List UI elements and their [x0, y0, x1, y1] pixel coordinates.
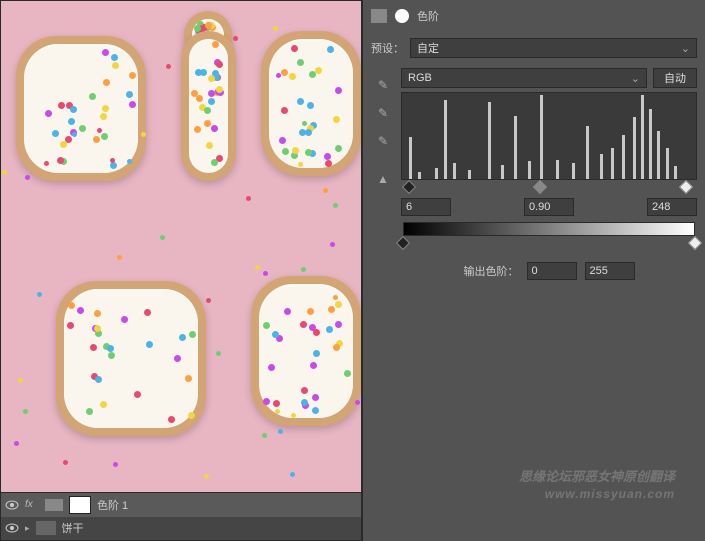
histogram-icon: [371, 9, 387, 23]
fx-icon: fx: [25, 499, 39, 510]
expand-arrow-icon[interactable]: ▸: [25, 523, 30, 534]
visibility-icon[interactable]: [5, 521, 19, 535]
histogram-chart: [401, 92, 697, 180]
output-black-handle[interactable]: [396, 236, 410, 250]
layers-panel: fx 色阶 1 ▸ 饼干: [1, 492, 361, 540]
visibility-icon[interactable]: [5, 498, 19, 512]
levels-panel: 色阶 预设： 自定 ✎ ✎ ✎ ▲ RGB 自动: [362, 0, 705, 541]
watermark: 思缘论坛邪恶女神原创翻译 www.missyuan.com: [519, 466, 675, 501]
folder-icon: [36, 521, 56, 535]
cookie-letter-i: [181, 31, 236, 181]
white-point-handle[interactable]: [679, 180, 693, 194]
watermark-text: 思缘论坛邪恶女神原创翻译: [519, 466, 675, 485]
gamma-handle[interactable]: [533, 180, 547, 194]
output-label: 输出色阶：: [464, 263, 519, 279]
cookie-letter-o: [251, 276, 361, 426]
layer-mask-thumb[interactable]: [69, 496, 91, 514]
auto-button[interactable]: 自动: [653, 68, 697, 88]
output-slider[interactable]: [403, 240, 695, 250]
preset-dropdown[interactable]: 自定: [410, 38, 697, 58]
preset-label: 预设：: [371, 40, 404, 56]
input-slider[interactable]: [403, 184, 695, 194]
black-point-handle[interactable]: [402, 180, 416, 194]
layer-row-adjustment[interactable]: fx 色阶 1: [1, 493, 361, 517]
eyedropper-white-icon[interactable]: ✎: [378, 134, 388, 148]
clip-icon[interactable]: ▲: [377, 172, 389, 186]
channel-value: RGB: [408, 72, 432, 84]
cookie-letter-s: [261, 31, 361, 176]
layer-row-folder[interactable]: ▸ 饼干: [1, 517, 361, 541]
output-black-field[interactable]: [527, 262, 577, 280]
layer-name[interactable]: 色阶 1: [97, 497, 128, 513]
folder-name[interactable]: 饼干: [62, 520, 84, 536]
eyedropper-tools: ✎ ✎ ✎ ▲: [371, 68, 395, 280]
canvas[interactable]: [1, 1, 361, 492]
adjustment-thumb-icon: [45, 499, 63, 511]
preset-value: 自定: [417, 40, 439, 56]
output-white-handle[interactable]: [688, 236, 702, 250]
input-gamma-field[interactable]: [524, 198, 574, 216]
output-gradient: [403, 222, 695, 236]
mask-indicator-icon[interactable]: [395, 9, 409, 23]
channel-dropdown[interactable]: RGB: [401, 68, 647, 88]
watermark-url: www.missyuan.com: [519, 487, 675, 501]
panel-header: 色阶: [371, 4, 697, 28]
cookie-letter-u: [56, 281, 206, 436]
eyedropper-gray-icon[interactable]: ✎: [378, 106, 388, 120]
document-panel: fx 色阶 1 ▸ 饼干: [0, 0, 362, 541]
output-white-field[interactable]: [585, 262, 635, 280]
input-black-field[interactable]: [401, 198, 451, 216]
eyedropper-black-icon[interactable]: ✎: [378, 78, 388, 92]
panel-title: 色阶: [417, 8, 439, 24]
preset-row: 预设： 自定: [371, 38, 697, 58]
input-white-field[interactable]: [647, 198, 697, 216]
